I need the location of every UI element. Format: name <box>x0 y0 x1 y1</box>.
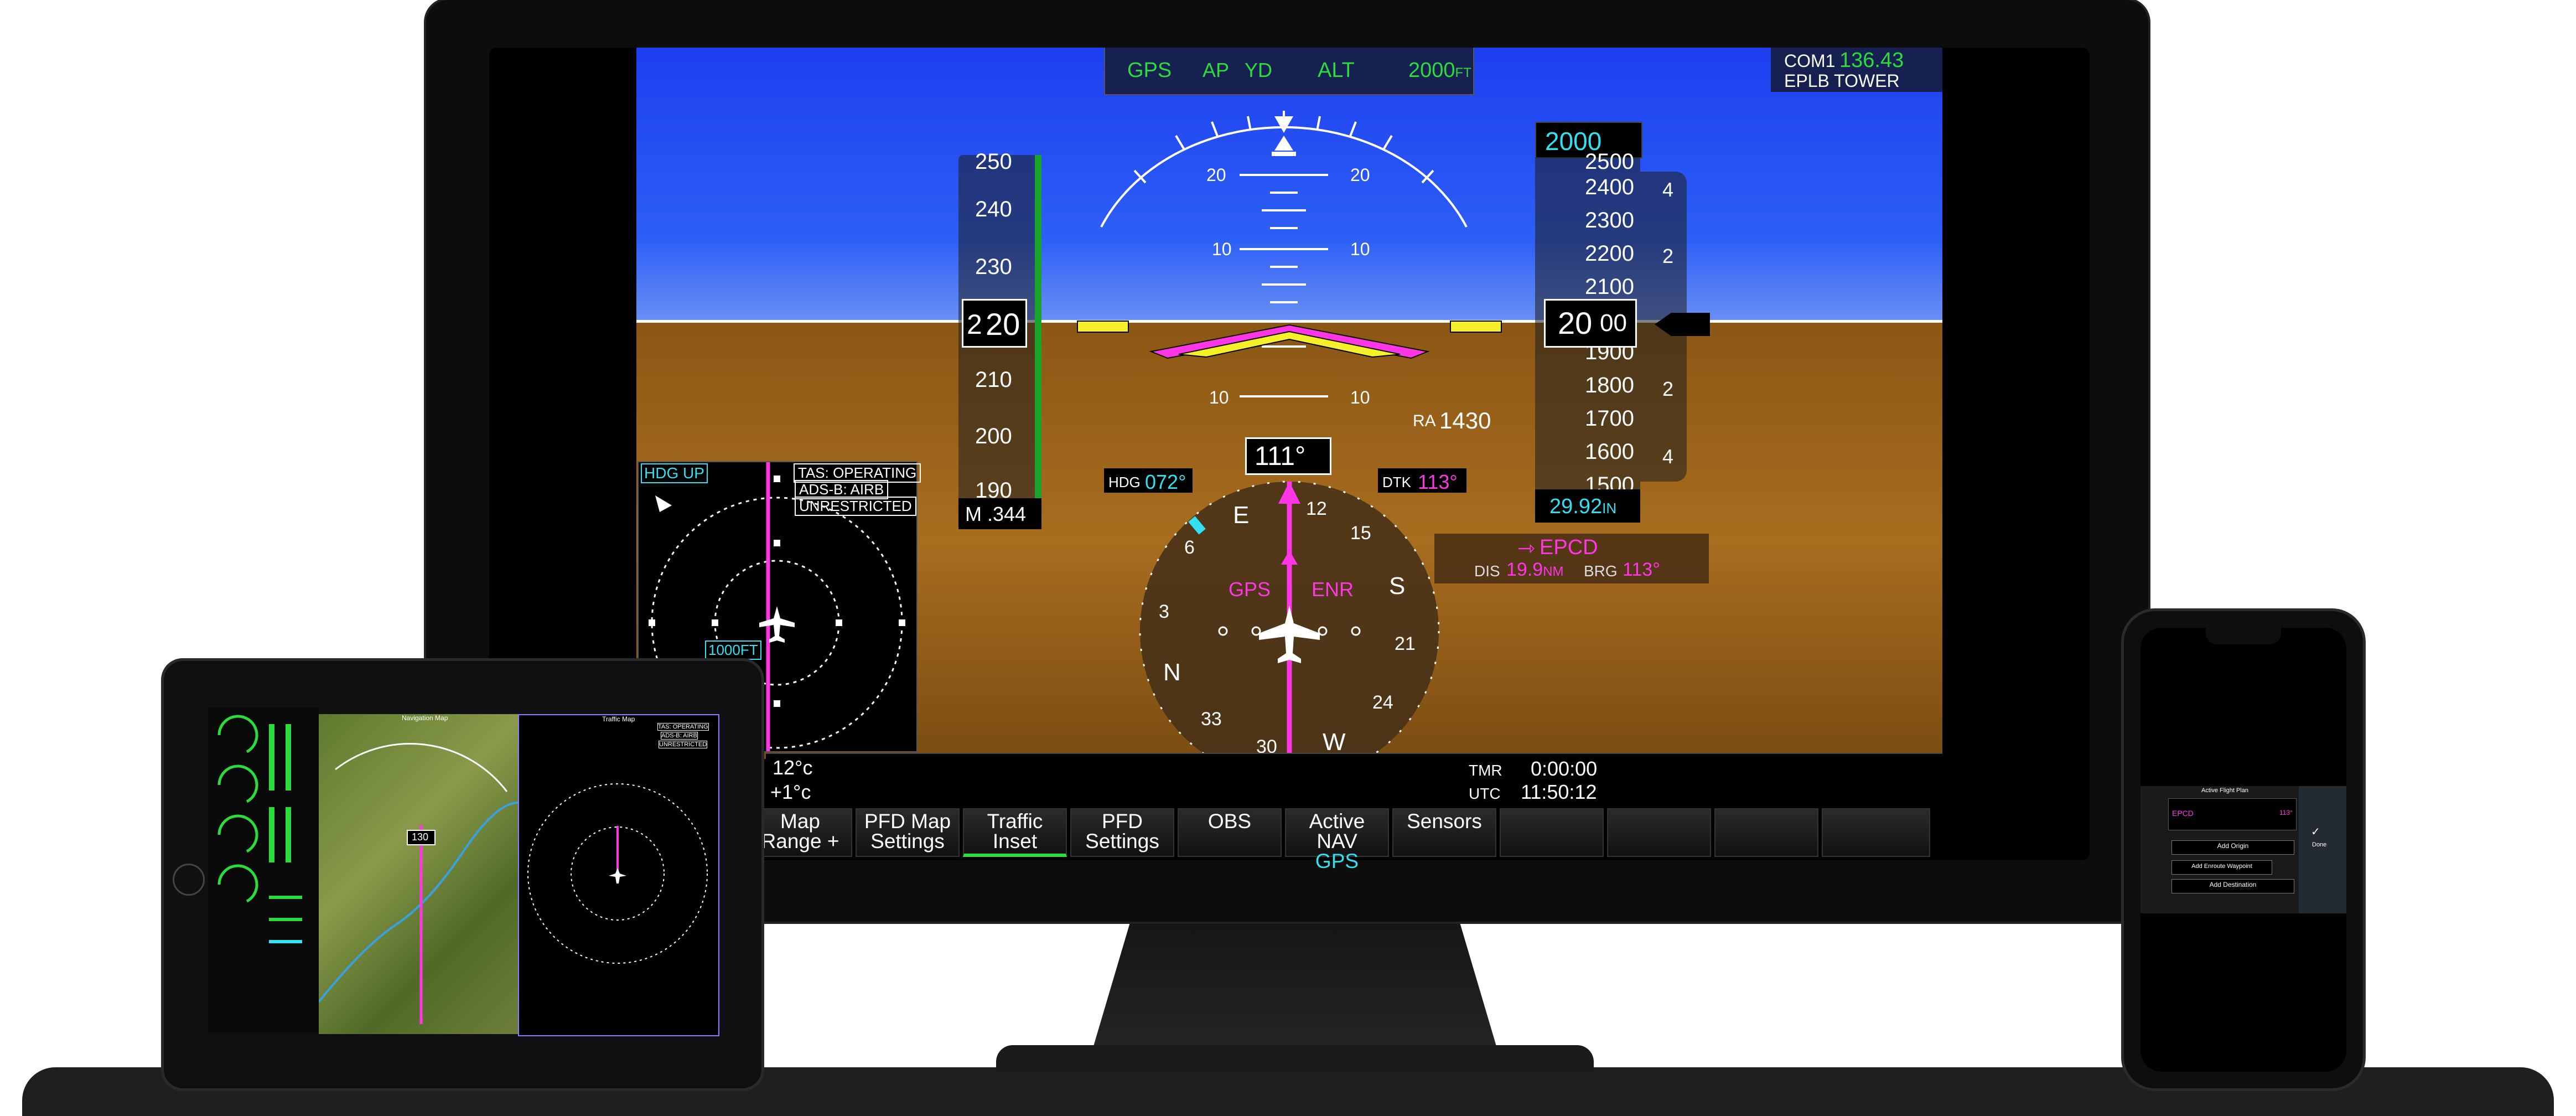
compass-label: 24 <box>1372 692 1393 713</box>
waypoint-arrow-icon: ⇾ <box>1517 537 1535 560</box>
com-frequency: 136.43 <box>1839 49 1904 72</box>
compass-label: E <box>1233 502 1250 529</box>
compass-label: 33 <box>1201 709 1222 730</box>
sky-pointer-icon <box>1274 136 1293 151</box>
altitude-tick: 1700 <box>1585 406 1634 431</box>
north-arrow-icon <box>655 495 672 512</box>
monitor-stand-base <box>996 1045 1594 1072</box>
vertical-mode: ALT <box>1318 59 1355 82</box>
annunciator-bar: GPS AP YD ALT 2000FT <box>1104 48 1474 95</box>
softkey-blank[interactable] <box>1714 808 1818 857</box>
phone-notch <box>2206 628 2281 644</box>
compass-label: 12 <box>1306 498 1327 519</box>
softkey-pfd-map-settings[interactable]: PFD Map Settings <box>856 808 960 857</box>
info-strip: 12°c +1°c TMR 0:00:00 UTC 11:50:12 <box>766 753 1942 807</box>
add-destination-button[interactable]: Add Destination <box>2171 879 2294 893</box>
roll-pointer-icon <box>1274 116 1293 133</box>
nav-source: GPS <box>1229 578 1271 601</box>
phone-flight-plan[interactable]: Active Flight Plan EPCD 113° Add Origin … <box>2140 786 2346 913</box>
compass-label: S <box>1389 572 1406 600</box>
baro-setting[interactable]: 29.92IN <box>1535 489 1640 523</box>
aircraft-symbol-icon <box>1149 324 1430 359</box>
done-check-icon: ✓ <box>2311 826 2320 838</box>
altitude-tick: 1600 <box>1585 440 1634 464</box>
airspeed-green-band <box>1035 155 1041 498</box>
timer-value: 0:00:00 <box>1531 757 1598 780</box>
altitude-tick: 2500 <box>1585 149 1634 174</box>
airspeed-tick: 230 <box>975 255 1012 279</box>
pitch-label-right-neg10: 10 <box>1350 388 1370 407</box>
altitude-tick: 2400 <box>1585 175 1634 199</box>
attitude-indicator <box>1100 111 1468 397</box>
pitch-label-right-20: 20 <box>1350 165 1370 185</box>
pitch-label-left-10: 10 <box>1212 239 1232 259</box>
add-enroute-button[interactable]: Add Enroute Waypoint <box>2171 860 2272 875</box>
tablet-traffic-map[interactable]: Traffic Map TAS: OPERATING ADS-B: AIRB U… <box>518 714 719 1036</box>
compass-label: W <box>1323 728 1346 756</box>
softkey-pfd-settings[interactable]: PFD Settings <box>1070 808 1174 857</box>
tablet-navigation-map[interactable]: Navigation Map 130 <box>318 714 519 1034</box>
utc-time: 11:50:12 <box>1521 781 1597 803</box>
engine-indication-panel <box>208 707 319 1034</box>
altitude-readout: 20 00 <box>1544 299 1637 348</box>
compass-label: 15 <box>1350 523 1371 544</box>
lateral-mode: GPS <box>1127 59 1172 82</box>
softkey-sensors[interactable]: Sensors <box>1392 808 1496 857</box>
ap-annunciation: AP <box>1203 59 1230 81</box>
com-frequency-box[interactable]: COM1 136.43 EPLB TOWER <box>1771 48 1942 92</box>
compass-label: 21 <box>1395 633 1416 654</box>
com-station: EPLB TOWER <box>1784 71 1900 91</box>
waypoint-status-box: EPCD ⇾ DIS 19.9NM BRG 113° <box>1434 534 1709 583</box>
heading-bug-readout[interactable]: HDG 072° <box>1104 468 1193 493</box>
airspeed-tick: 250 <box>975 149 1012 174</box>
altitude-tick: 2300 <box>1585 208 1634 232</box>
tablet-data-bar <box>319 707 717 714</box>
pitch-label-left-20: 20 <box>1206 165 1226 185</box>
altitude-tick: 2100 <box>1585 275 1634 299</box>
desired-track-readout: DTK 113° <box>1378 468 1466 493</box>
compass-label: 6 <box>1184 537 1195 558</box>
active-waypoint: EPCD <box>1540 536 1598 559</box>
hsi-compass-rose <box>1139 480 1440 781</box>
monitor-stand <box>1090 919 1500 1057</box>
compass-label: N <box>1163 659 1181 686</box>
airspeed-tick: 200 <box>975 424 1012 448</box>
mach-box: M .344 <box>958 498 1041 529</box>
yd-annunciation: YD <box>1245 59 1273 81</box>
altitude-tick: 1800 <box>1585 373 1634 397</box>
airspeed-readout: 2 20 <box>962 299 1027 348</box>
heading-readout: 111° <box>1245 437 1331 475</box>
add-origin-button[interactable]: Add Origin <box>2171 840 2294 855</box>
pitch-label-left-neg10: 10 <box>1209 388 1229 407</box>
softkey-obs[interactable]: OBS <box>1178 808 1282 857</box>
compass-label: 3 <box>1159 601 1169 622</box>
airspeed-tick: 240 <box>975 197 1012 221</box>
airspeed-tick: 210 <box>975 368 1012 392</box>
outside-air-temp: 12°c <box>773 756 813 779</box>
softkey-active-nav[interactable]: Active NAV GPS <box>1285 808 1389 871</box>
isa-deviation: +1°c <box>770 781 811 803</box>
softkey-blank[interactable] <box>1500 808 1604 857</box>
nav-mode: ENR <box>1312 578 1354 601</box>
softkey-map-range[interactable]: Map Range + <box>748 808 852 857</box>
radar-altitude: RA 1430 <box>1413 407 1491 433</box>
pitch-label-right-10: 10 <box>1350 239 1370 259</box>
softkey-traffic-inset[interactable]: Traffic Inset <box>963 808 1067 857</box>
target-altitude: 2000FT <box>1408 59 1471 82</box>
softkey-blank[interactable] <box>1607 808 1711 857</box>
softkey-blank[interactable] <box>1822 808 1930 857</box>
wing-bar-left <box>1077 321 1129 333</box>
ownship-icon <box>759 606 795 643</box>
phone-side-keys[interactable]: ✓ Done <box>2299 786 2346 913</box>
tablet-screen: Navigation Map 130 Traffic Map TAS: OPER… <box>208 707 719 1036</box>
altitude-tick: 2200 <box>1585 241 1634 266</box>
wing-bar-right <box>1450 321 1502 333</box>
traffic-range[interactable]: 1000FT <box>705 640 761 660</box>
tablet-home-button[interactable] <box>173 864 205 896</box>
com-label: COM1 <box>1784 51 1836 71</box>
